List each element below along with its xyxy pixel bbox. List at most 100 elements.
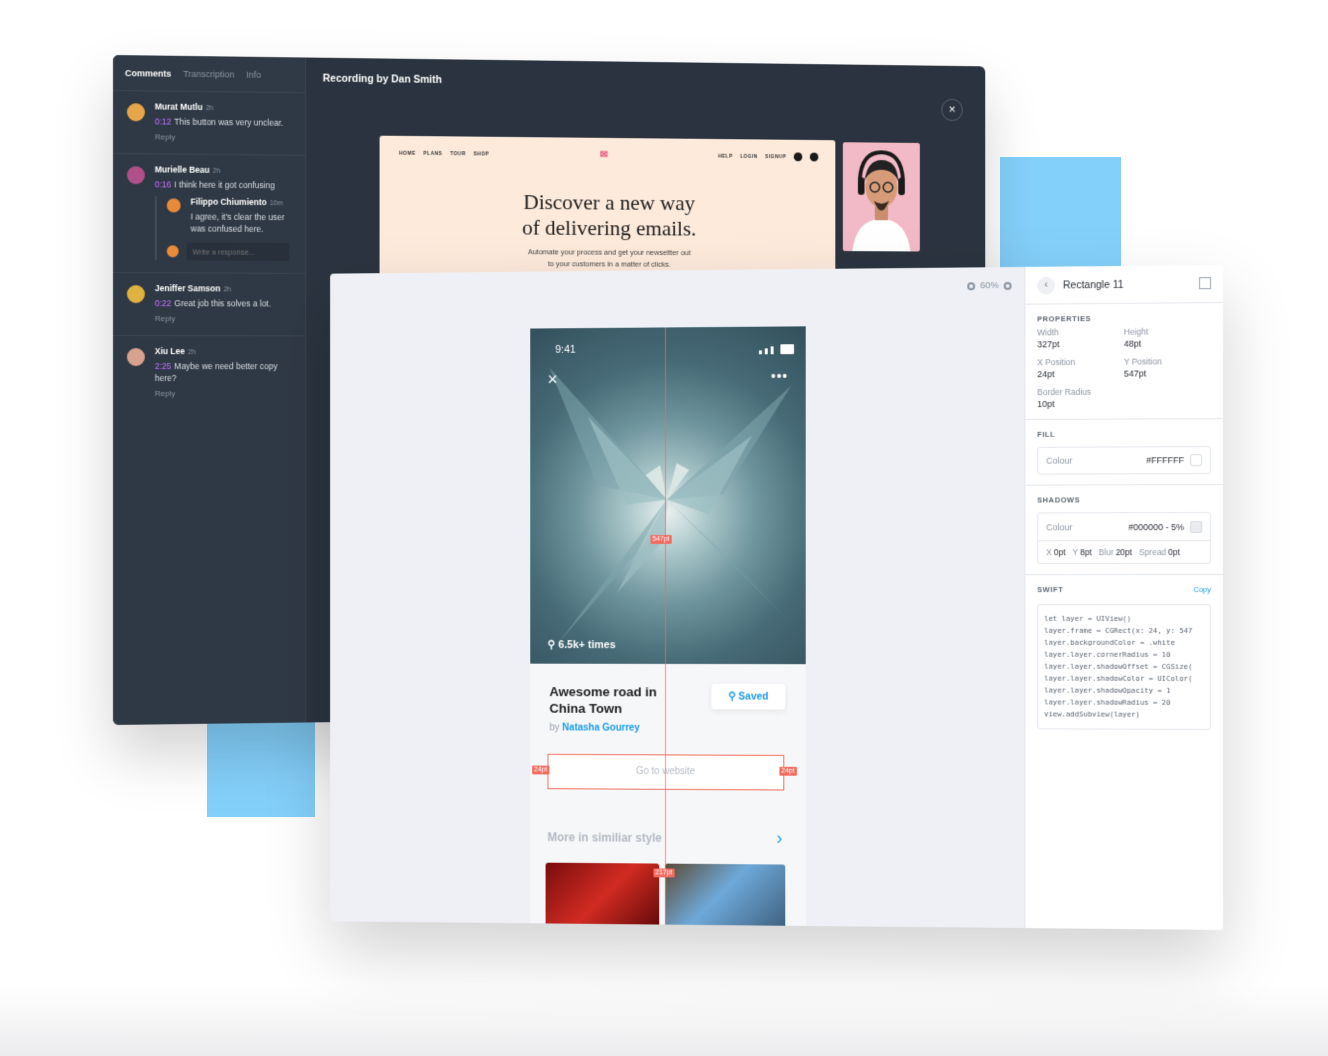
prop-label: Y Position [1124,356,1211,367]
site-headline-line: Discover a new way [380,188,836,217]
succulent-image [530,326,805,664]
comment-author: Murat Mutlu [155,101,203,112]
shadow-value: 0pt [1168,547,1180,557]
site-headline-line: of delivering emails. [380,214,836,242]
thumbnail-blue-door[interactable] [665,864,785,929]
section-fill: FILL [1025,419,1223,439]
swift-code-block[interactable]: let layer = UIView() layer.frame = CGRec… [1037,604,1211,730]
measure-tag: 547pt [651,535,672,544]
shadow-label: Y [1072,547,1078,557]
comment-author: Filippo Chiumiento [191,197,267,208]
field-label: Colour [1046,522,1072,532]
more-options-icon[interactable]: ••• [771,368,788,384]
site-nav-item[interactable]: TOUR [450,151,466,157]
webcam-feed [843,142,920,251]
tab-transcription[interactable]: Transcription [183,68,234,79]
field-label: Colour [1046,456,1072,466]
back-icon[interactable]: ‹ [1037,276,1055,294]
card-author: by Natasha Gourrey [549,722,639,733]
site-nav-item[interactable]: SIGNUP [765,154,786,160]
site-nav: HOME PLANS TOUR SHOP ✉ HELP LOGIN SIGNUP [380,136,836,163]
zoom-level: 60% [980,280,999,291]
site-nav-item[interactable]: LOGIN [740,153,757,159]
shadow-box: Colour #000000 - 5% X 0pt Y 8pt Blur 20pt S… [1037,512,1211,564]
comment-item: Murielle Beau 2h 0:16 I think here it got … [113,154,305,274]
avatar [165,243,181,259]
thumbnail-lanterns[interactable] [546,863,660,929]
shadow-colour-field[interactable]: Colour #000000 - 5% [1038,513,1210,541]
shadow-value: 0pt [1054,547,1066,557]
avatar [125,346,147,368]
saved-button[interactable]: ⚲ Saved [711,684,785,710]
site-nav-item[interactable]: SHOP [474,151,490,157]
recording-title: Recording by Dan Smith [323,73,442,86]
site-nav-item[interactable]: HOME [399,150,416,156]
shadow-value: 8pt [1080,547,1092,557]
measure-tag: 217pt [653,868,674,877]
close-button[interactable]: × [941,99,962,121]
prop-value: 48pt [1124,338,1211,349]
comment-thread: Filippo Chiumiento 10m I agree, it's clea… [155,196,295,261]
comment-time: 2h [188,349,196,356]
prop-label: Border Radius [1037,387,1124,397]
prop-label: Width [1037,327,1124,338]
signal-icon [759,344,794,354]
fill-colour-field[interactable]: Colour #FFFFFF [1037,446,1211,475]
tab-info[interactable]: Info [246,69,261,79]
comment-text: Maybe we need better copy here? [155,361,278,383]
comment-author: Murielle Beau [155,164,210,174]
response-input[interactable] [187,242,290,260]
field-value: #000000 - 5% [1128,522,1184,532]
site-subtitle: Automate your process and get your newse… [380,246,836,272]
comments-panel: Comments Transcription Info Murat Mutlu 2… [113,55,306,725]
site-nav-item[interactable]: HELP [718,153,733,159]
comment-author: Xiu Lee [155,346,185,356]
frame-icon[interactable] [1199,277,1211,289]
hero-image: 9:41 × ••• ⚲ 6.5k+ times [530,326,805,664]
inspector-window: 60% 9:41 × ••• ⚲ 6.5k+ times Awesome roa… [330,265,1223,930]
section-properties: PROPERTIES [1025,303,1223,324]
close-icon[interactable]: × [547,370,557,391]
shadow-label: Spread [1139,547,1166,557]
comment-author: Jeniffer Samson [155,283,221,293]
prop-value: 547pt [1124,368,1211,379]
avatar [125,283,147,305]
copy-button[interactable]: Copy [1194,585,1211,594]
section-swift: SWIFT [1037,585,1063,594]
author-link[interactable]: Natasha Gourrey [562,723,640,734]
comment-timestamp[interactable]: 0:12 [155,116,171,126]
prop-value: 327pt [1037,339,1124,350]
colour-swatch[interactable] [1190,454,1202,466]
comment-text: This button was very unclear. [174,117,283,128]
measure-guide [665,327,666,927]
pin-icon: ⚲ [728,691,738,703]
zoom-in-icon[interactable] [1004,281,1012,289]
phone-canvas: 9:41 × ••• ⚲ 6.5k+ times Awesome road in… [530,326,805,929]
zoom-control: 60% [967,280,1011,291]
colour-swatch[interactable] [1190,521,1202,533]
comment-timestamp[interactable]: 0:22 [155,298,171,308]
site-nav-item[interactable]: PLANS [423,150,442,156]
site-headline: Discover a new way of delivering emails. [380,188,836,242]
facebook-icon[interactable] [794,152,803,161]
comment-timestamp[interactable]: 2:25 [155,361,171,371]
comment-time: 2h [223,286,231,293]
zoom-out-icon[interactable] [967,282,975,290]
comment-timestamp[interactable]: 0:16 [155,179,171,189]
chevron-right-icon[interactable]: › [777,828,783,849]
section-shadows: SHADOWS [1025,485,1223,505]
comment-text: I think here it got confusing [174,180,274,191]
reply-link[interactable]: Reply [155,132,295,142]
shadow-label: Blur [1099,547,1114,557]
avatar [125,101,147,123]
mail-logo-icon: ✉ [600,150,609,161]
prop-value: 24pt [1037,369,1124,380]
comment-item: Jeniffer Samson 2h 0:22 Great job this sol… [113,273,305,336]
twitter-icon[interactable] [810,153,818,162]
reply-link[interactable]: Reply [155,389,295,398]
pin-count: ⚲ 6.5k+ times [547,638,615,651]
tab-comments[interactable]: Comments [125,68,171,79]
prop-label: Height [1124,326,1211,337]
shadow-values: X 0pt Y 8pt Blur 20pt Spread 0pt [1038,541,1210,563]
reply-link[interactable]: Reply [155,314,295,323]
